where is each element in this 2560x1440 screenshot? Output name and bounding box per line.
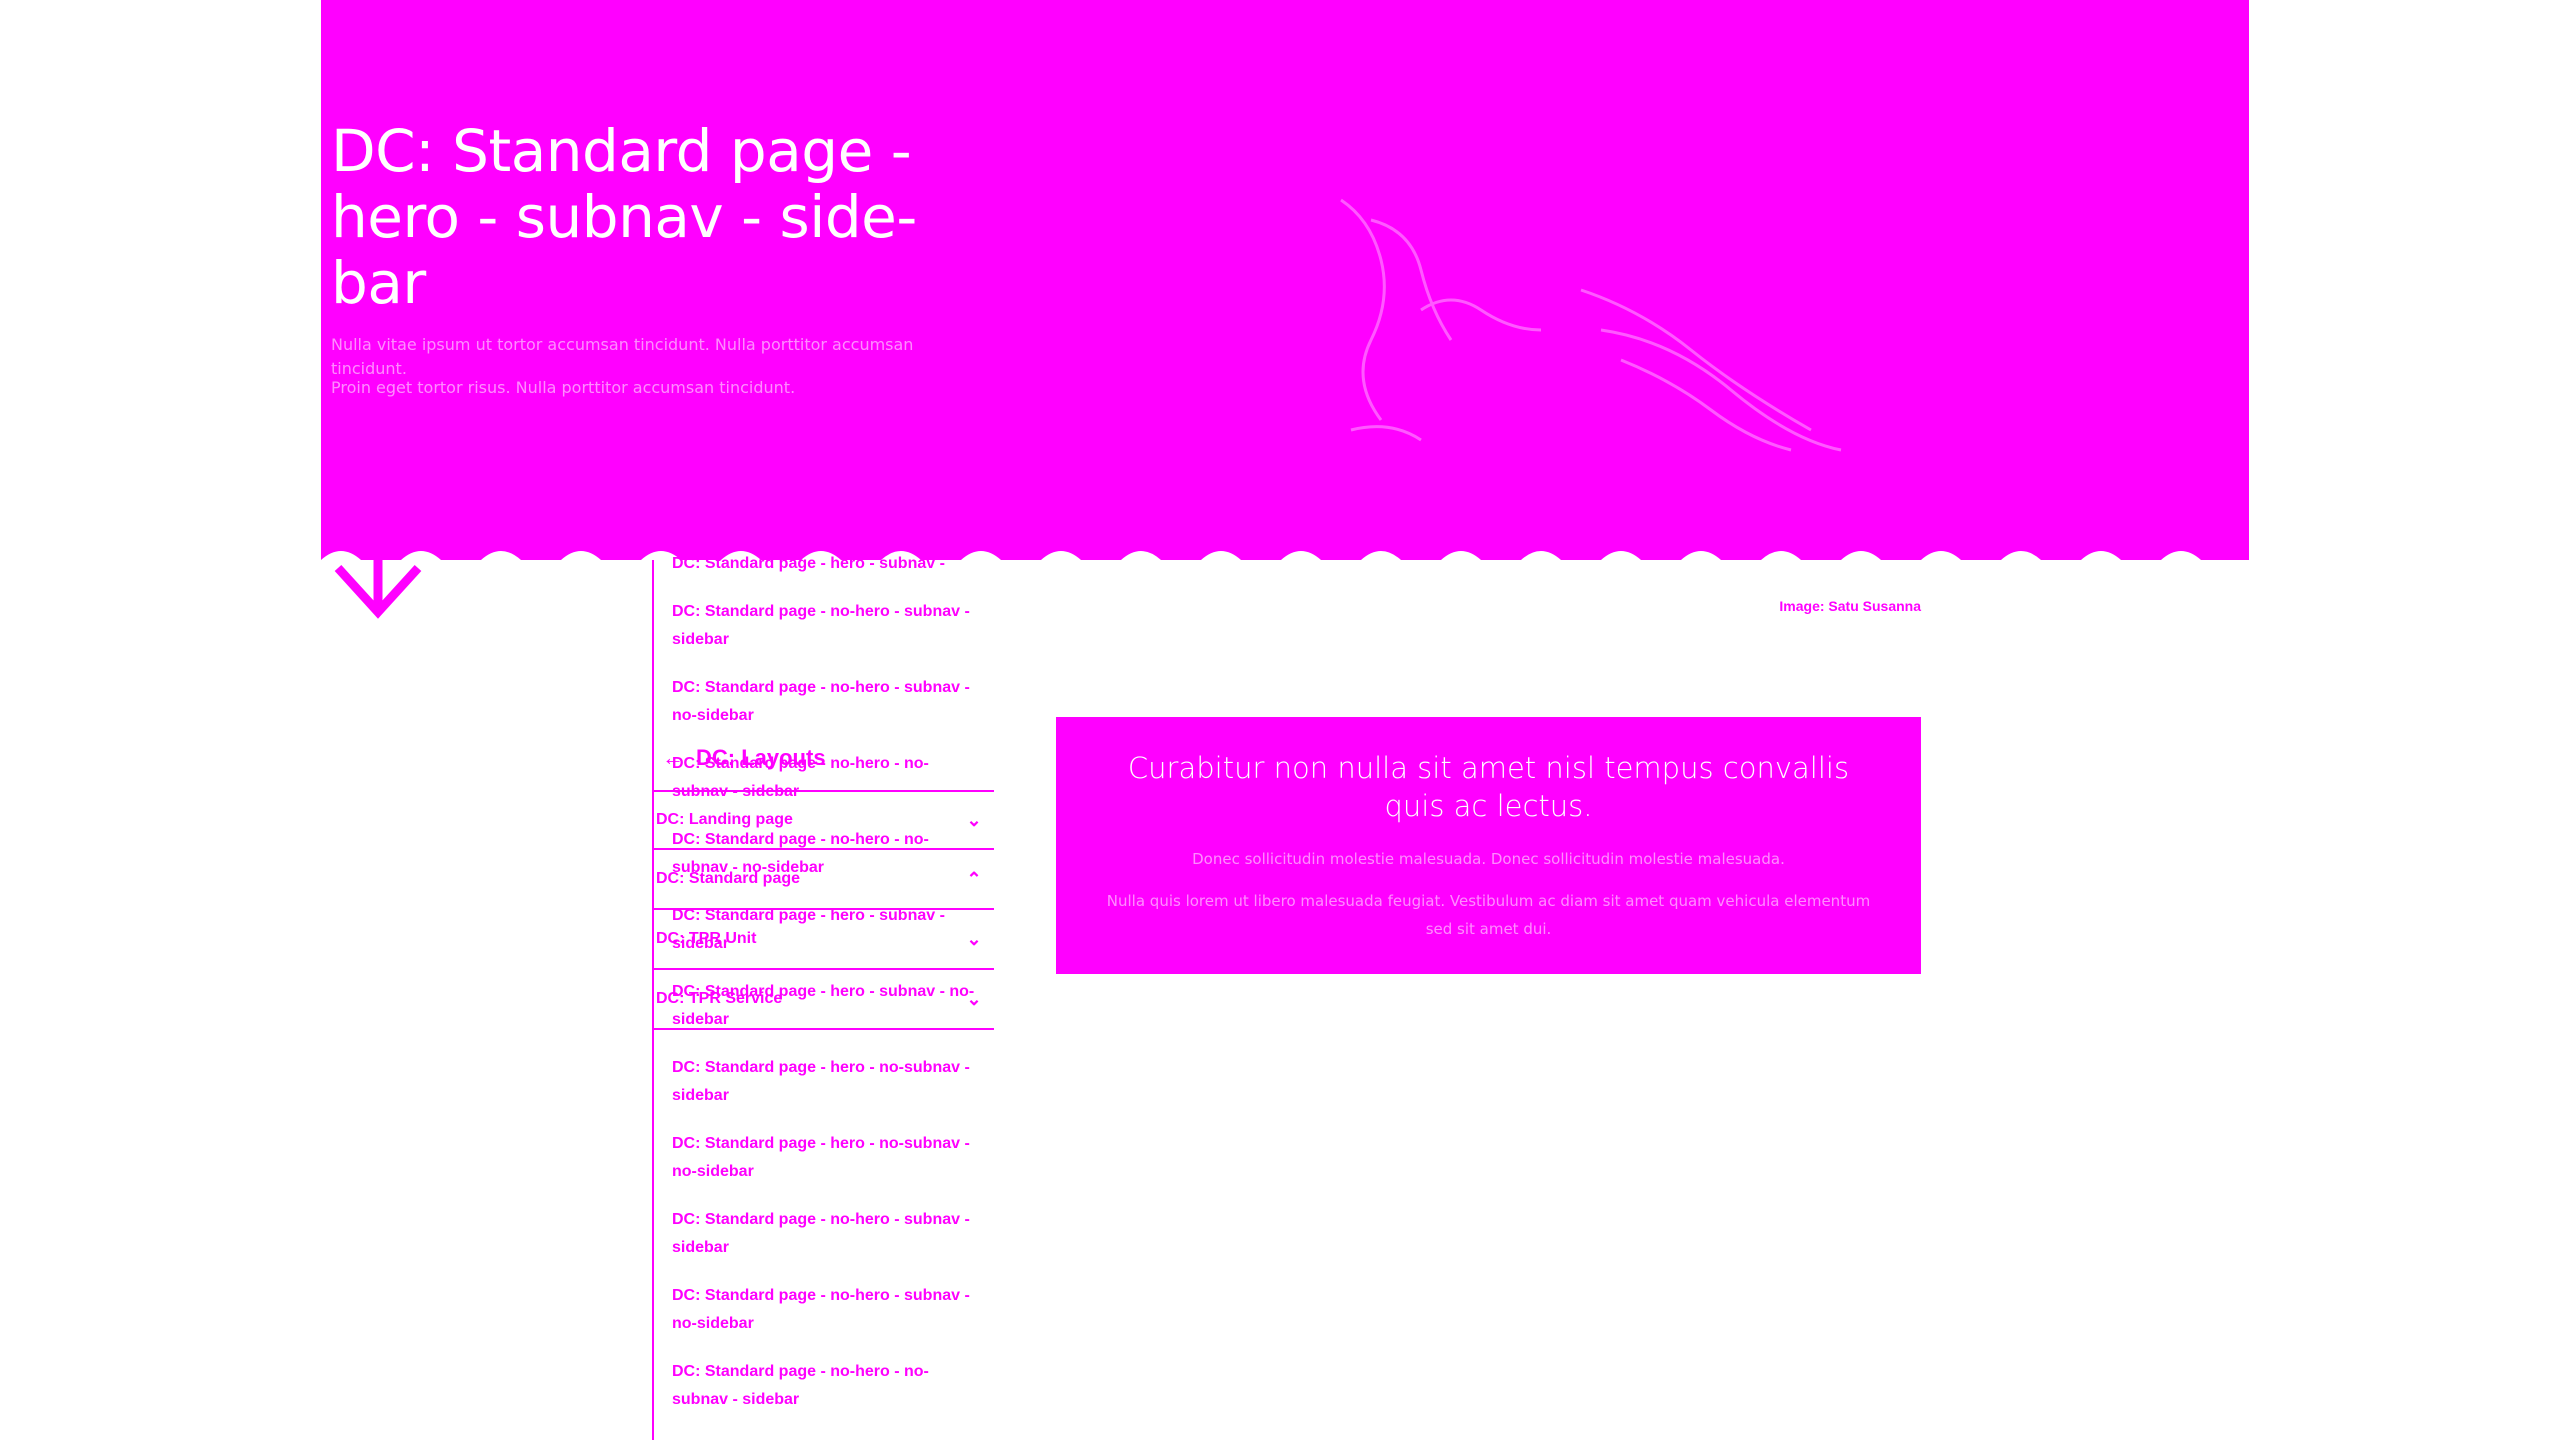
subnav-link[interactable]: DC: Standard page - no-hero - subnav - n… xyxy=(672,1282,982,1338)
accordion-label: DC: TPR Unit xyxy=(656,930,757,947)
chevron-down-icon[interactable]: ⌄ xyxy=(964,929,984,950)
sidebar-nav: DC: Standard page - hero - subnav - side… xyxy=(652,555,994,1440)
accordion-tpr-unit[interactable]: DC: TPR Unit ⌄ xyxy=(654,910,994,970)
subnav-link[interactable]: DC: Standard page - no-hero - subnav - n… xyxy=(672,674,982,730)
accordion-label: DC: Standard page xyxy=(656,870,801,887)
arrow-down-icon xyxy=(334,556,422,619)
accordion-landing-page[interactable]: DC: Landing page ⌄ xyxy=(654,790,994,850)
accordion-standard-page[interactable]: DC: Standard page ⌃ xyxy=(654,850,994,910)
hero-wave-divider xyxy=(321,551,2249,578)
accordion-label: DC: Landing page xyxy=(656,811,793,828)
chevron-down-icon[interactable]: ⌄ xyxy=(964,989,984,1010)
chevron-up-icon[interactable]: ⌃ xyxy=(964,869,984,890)
chevron-down-icon[interactable]: ⌄ xyxy=(964,810,984,831)
callout-paragraph: Nulla quis lorem ut libero malesuada feu… xyxy=(1106,892,1871,938)
subnav-link[interactable]: DC: Standard page - no-hero - no-subnav … xyxy=(672,1358,982,1414)
callout-paragraph: Donec sollicitudin molestie malesuada. D… xyxy=(1192,850,1785,868)
image-credit: Image: Satu Susanna xyxy=(1779,598,1921,614)
arrow-left-icon: ← xyxy=(662,745,684,770)
back-to-layouts-link[interactable]: ← DC: Layouts xyxy=(662,745,826,771)
callout-title: Curabitur non nulla sit amet nisl tempus… xyxy=(1127,751,1850,823)
subnav-link[interactable]: DC: Standard page - hero - no-subnav - s… xyxy=(672,1054,982,1110)
accordion-label: DC: TPR Service xyxy=(656,990,783,1007)
hero-intro-text: Nulla vitae ipsum ut tortor accumsan tin… xyxy=(331,335,914,378)
accordion-tpr-service[interactable]: DC: TPR Service ⌄ xyxy=(654,970,994,1030)
subnav-link[interactable]: DC: Standard page - no-hero - subnav - s… xyxy=(672,598,982,654)
subnav-link[interactable]: DC: Standard page - no-hero - subnav - s… xyxy=(672,1206,982,1262)
hero-intro-text-secondary: Proin eget tortor risus. Nulla porttitor… xyxy=(331,378,796,397)
subnav-link[interactable]: DC: Standard page - hero - no-subnav - n… xyxy=(672,1130,982,1186)
page-title: DC: Standard page - hero - subnav - side… xyxy=(331,117,917,317)
highlight-callout: Curabitur non nulla sit amet nisl tempus… xyxy=(1056,717,1921,974)
hero-illustration xyxy=(1340,198,1842,452)
subnav-link[interactable]: DC: Standard page - hero - subnav - side… xyxy=(672,550,982,578)
back-link-label: DC: Layouts xyxy=(696,745,826,770)
